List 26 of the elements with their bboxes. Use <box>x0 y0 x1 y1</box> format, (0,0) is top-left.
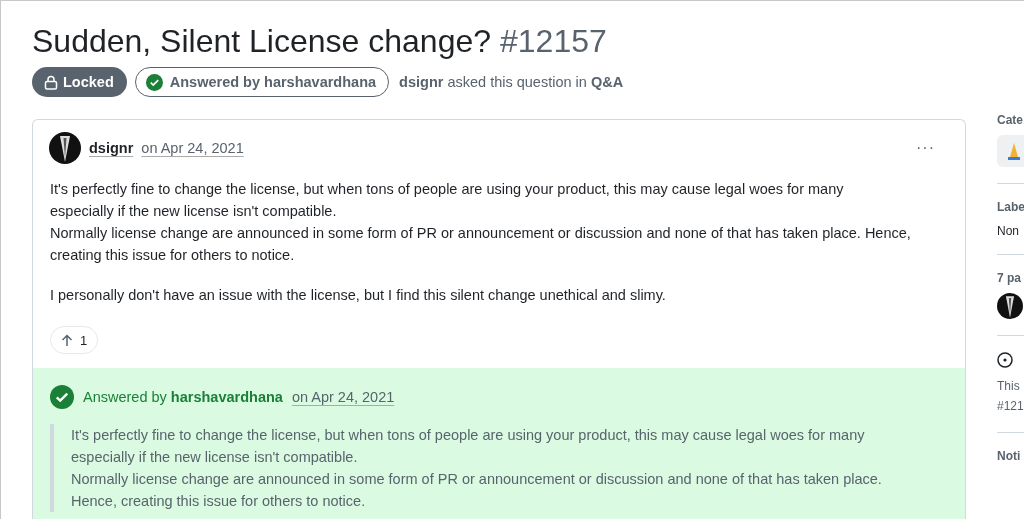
check-circle-icon <box>50 385 74 409</box>
circle-dot-icon <box>997 352 1013 368</box>
locked-badge: Locked <box>32 67 127 97</box>
info-text: This #121 <box>997 378 1024 415</box>
discussion-title: Sudden, Silent License change? <box>32 22 491 61</box>
answered-by-text: Answered by harshavardhana <box>83 389 283 405</box>
sidebar-heading: Cate <box>997 113 1024 127</box>
discussion-number: #12157 <box>500 22 607 61</box>
date-link[interactable]: on Apr 24, 2021 <box>141 140 244 156</box>
date-link[interactable]: on Apr 24, 2021 <box>291 389 395 405</box>
upvote-button[interactable]: 1 <box>50 326 99 354</box>
check-circle-icon <box>145 73 163 91</box>
sidebar-heading: Labe <box>997 200 1024 214</box>
comment-paragraph: It's perfectly fine to change the license, but when tons of people are using your product, this may cause legal woes for many especially if the new license isn't compatible. Normally license change are announced in some form of PR or announcement or discussion and none of that has taken place. Hence, creating this issue for others to notice. <box>50 180 912 265</box>
author-link[interactable]: dsignr <box>89 140 134 156</box>
avatar[interactable] <box>997 293 1023 319</box>
more-options-button[interactable]: ··· <box>910 139 941 157</box>
asked-by-text: dsignr asked this question in Q&A <box>399 74 624 90</box>
sidebar-heading: 7 pa <box>997 271 1022 285</box>
lock-icon <box>44 74 58 90</box>
answer-quote: It's perfectly fine to change the license, but when tons of people are using your product, this may cause legal woes for many especially if the new license isn't compatible. Normally license change are announced in some form of PR or announcement or discussion and none of that has taken place. Hence, creating this issue for others to notice. <box>50 424 949 512</box>
sidebar-heading: Noti <box>997 449 1022 463</box>
comment-paragraph: I personally don't have an issue with the license, but I find this silent change unethical and slimy. <box>50 286 667 305</box>
avatar[interactable] <box>49 132 81 164</box>
arrow-up-icon <box>61 333 73 347</box>
labels-value: Non <box>997 224 1020 238</box>
